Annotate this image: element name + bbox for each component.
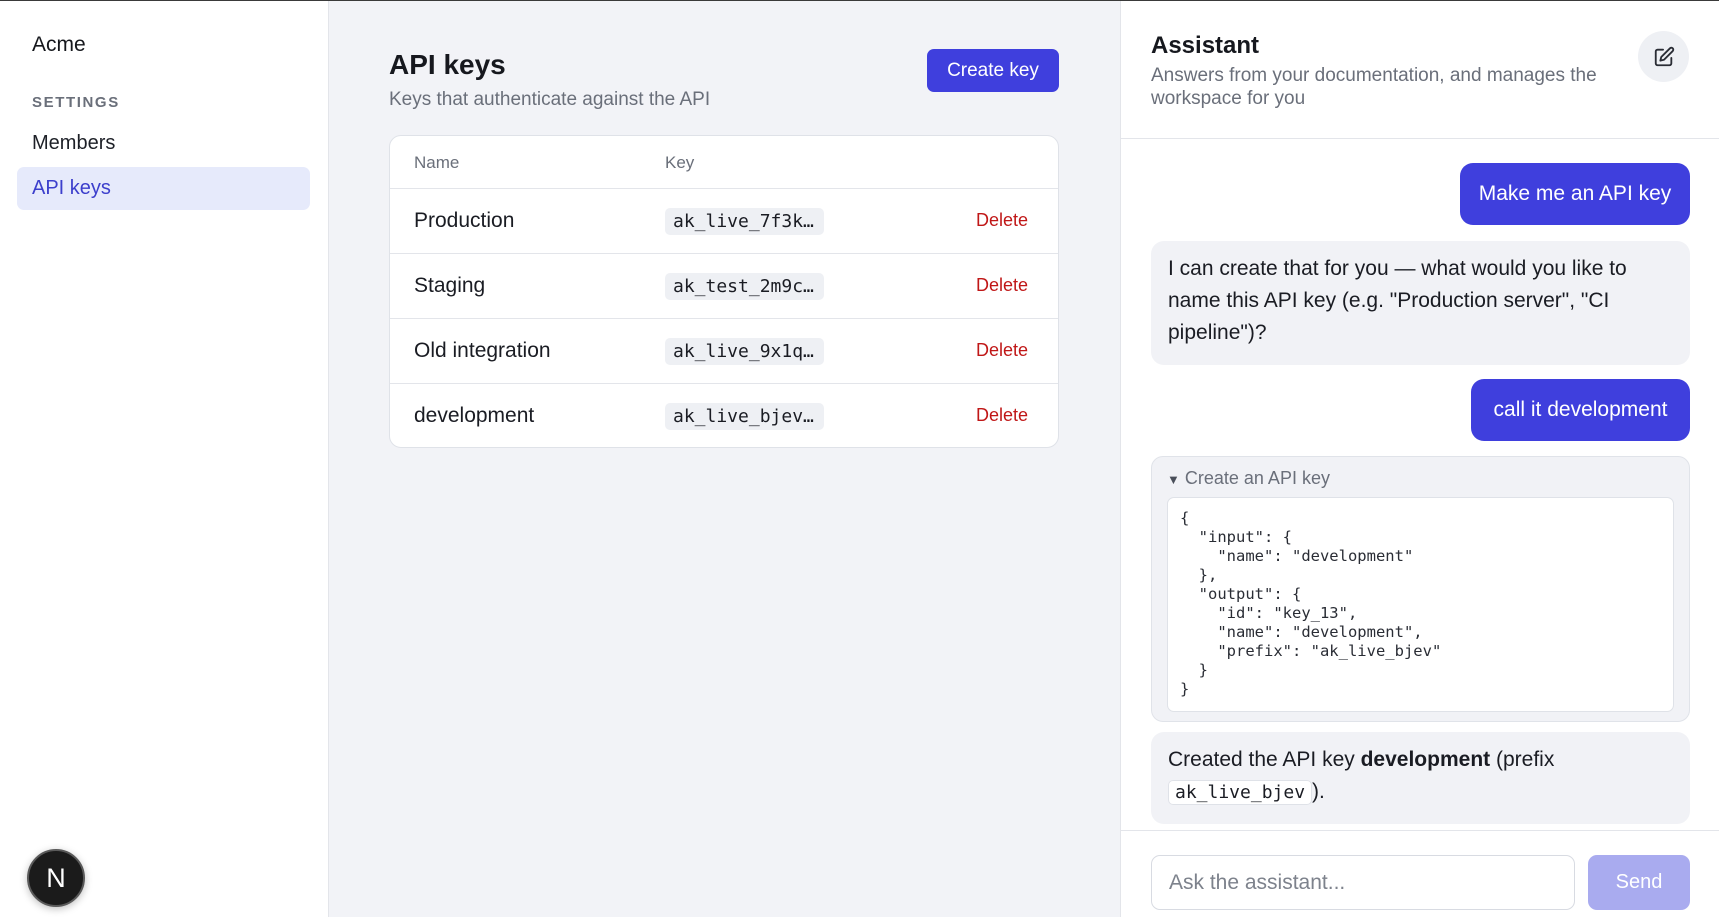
main-content: API keys Keys that authenticate against …: [330, 1, 1120, 917]
delete-key-button[interactable]: Delete: [976, 210, 1028, 231]
column-header-name: Name: [414, 153, 460, 172]
delete-key-button[interactable]: Delete: [976, 340, 1028, 361]
assistant-message-code: ak_live_bjev: [1168, 780, 1313, 805]
tool-call-summary[interactable]: ▼ Create an API key: [1167, 468, 1330, 489]
assistant-composer: Send: [1121, 830, 1719, 917]
tool-call-card: ▼ Create an API key { "input": { "name": …: [1151, 456, 1690, 722]
user-message: Make me an API key: [1460, 163, 1690, 225]
sidebar-item-members[interactable]: Members: [17, 122, 310, 165]
key-name: development: [414, 404, 535, 427]
new-chat-button[interactable]: [1638, 31, 1689, 82]
key-prefix: ak_live_9x1q…: [665, 338, 824, 365]
user-message: call it development: [1471, 379, 1690, 441]
api-keys-table: Name Key Production ak_live_7f3k… Delete…: [389, 135, 1059, 448]
key-name: Production: [414, 209, 515, 232]
assistant-message-bold: development: [1360, 748, 1491, 771]
assistant-panel: Assistant Answers from your documentatio…: [1120, 1, 1719, 917]
tool-call-json: { "input": { "name": "development" }, "o…: [1167, 497, 1674, 712]
table-row: Old integration ak_live_9x1q… Delete: [390, 319, 1058, 384]
key-prefix: ak_test_2m9c…: [665, 273, 824, 300]
sidebar-item-api-keys[interactable]: API keys: [17, 167, 310, 210]
compose-icon: [1654, 46, 1674, 66]
assistant-message: Created the API key development (prefix …: [1151, 732, 1690, 824]
table-header: Name Key: [390, 136, 1058, 189]
assistant-message-text: ).: [1312, 780, 1325, 803]
assistant-header: Assistant Answers from your documentatio…: [1121, 1, 1719, 139]
page-title: API keys: [389, 49, 506, 80]
assistant-message-text: Created the API key: [1168, 748, 1361, 771]
table-row: development ak_live_bjev… Delete: [390, 384, 1058, 447]
expanded-triangle-icon: ▼: [1167, 472, 1180, 487]
send-button[interactable]: Send: [1588, 855, 1690, 910]
assistant-message-text: (prefix: [1490, 748, 1555, 771]
assistant-title: Assistant: [1151, 32, 1260, 59]
sidebar: Acme SETTINGS Members API keys N: [0, 1, 329, 917]
ask-input[interactable]: [1151, 855, 1575, 910]
avatar[interactable]: N: [27, 849, 85, 907]
delete-key-button[interactable]: Delete: [976, 405, 1028, 426]
create-key-button[interactable]: Create key: [927, 49, 1059, 92]
assistant-subtitle: Answers from your documentation, and man…: [1151, 65, 1597, 109]
key-prefix: ak_live_7f3k…: [665, 208, 824, 235]
brand-name: Acme: [32, 33, 86, 56]
key-name: Staging: [414, 274, 486, 297]
delete-key-button[interactable]: Delete: [976, 275, 1028, 296]
tool-call-title: Create an API key: [1184, 468, 1330, 488]
column-header-key: Key: [665, 153, 695, 172]
settings-section-label: SETTINGS: [32, 94, 120, 111]
table-row: Staging ak_test_2m9c… Delete: [390, 254, 1058, 319]
key-prefix: ak_live_bjev…: [665, 403, 824, 430]
page-subtitle: Keys that authenticate against the API: [389, 89, 711, 110]
key-name: Old integration: [414, 339, 551, 362]
table-row: Production ak_live_7f3k… Delete: [390, 189, 1058, 254]
assistant-message: I can create that for you — what would y…: [1151, 241, 1690, 365]
